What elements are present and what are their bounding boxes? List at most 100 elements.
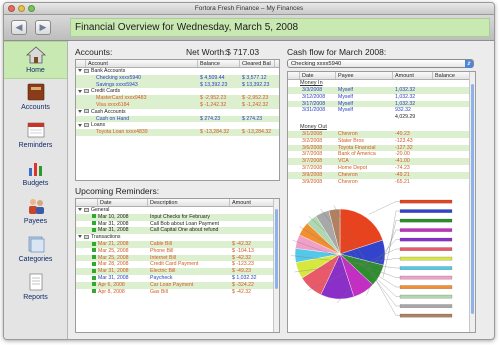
reminder-description: Input Checks for February [150,213,210,220]
column-header-amount[interactable]: Amount [393,72,433,79]
spending-pie-chart [291,199,453,318]
money-in-row[interactable]: 3/17/2008 Myself 1,032.32 [288,100,475,108]
account-group-row[interactable]: Loans [76,122,279,129]
sidebar-item-reminders[interactable]: Reminders [4,117,67,155]
main-content: Accounts: Net Worth: $ 717.03 Account Ba… [69,41,494,339]
cashflow-scrollbar[interactable] [469,72,475,332]
cashflow-panel[interactable]: Date Payee Amount Balance Money In 3/3/2… [287,71,476,333]
account-row[interactable]: Visa xxxx6184 $ -1,242.32 $ -1,242.32 [76,101,279,109]
reminder-date: Apr 8, 2008 [90,289,148,296]
reminder-row[interactable]: Mar 21, 2008 Cable Bill $ -42.32 [76,240,279,248]
sidebar-item-payees[interactable]: Payees [4,193,67,231]
disclosure-triangle-icon[interactable] [78,69,82,73]
pie-legend-tag [399,199,453,204]
reminder-row[interactable]: Mar 31, 2008 Electric Bill $ -49.23 [76,268,279,275]
transaction-amount: -74.23 [395,164,410,171]
account-group-row[interactable]: Cash Accounts [76,109,279,116]
money-out-row[interactable]: 3/7/2008 VCA -41.00 [288,158,475,165]
sidebar-item-accounts[interactable]: Accounts [4,79,67,117]
reminder-row[interactable]: Apr 8, 2008 Gas Bill $ -42.32 [76,289,279,296]
money-out-row[interactable]: 3/6/2008 Toyota Financial -127.32 [288,144,475,152]
indent-cell [288,172,300,179]
spacer-column [76,60,86,67]
sidebar-item-budgets[interactable]: Budgets [4,155,67,193]
sidebar-item-label: Reports [23,294,48,301]
transaction-date: 3/12/2008 [302,93,326,100]
column-header-amount[interactable]: Amount [230,199,275,206]
transaction-payee: VCA [338,158,349,165]
reminder-group-name: General [91,207,110,213]
account-row[interactable]: Cash on Hand $ 274.23 $ 274.23 [76,115,279,123]
money-out-row[interactable]: 3/7/2008 Bank of America -20.00 [288,151,475,158]
money-out-row[interactable]: 3/9/2008 Chevron -49.21 [288,171,475,179]
column-header-payee[interactable]: Payee [336,72,393,79]
column-header-description[interactable]: Description [148,199,230,206]
money-out-row[interactable]: 3/9/2008 Chevron -65.21 [288,179,475,186]
disclosure-triangle-icon[interactable] [78,89,82,93]
column-header-balance[interactable]: Balance [198,60,240,67]
transaction-payee: Myself [338,87,353,93]
reminders-table[interactable]: Date Description Amount General Mar 10, 2… [75,198,280,333]
money-in-row[interactable]: 3/12/2008 Myself 1,032.32 [288,94,475,101]
reminder-row[interactable]: Mar 31, 2008 Call Bob about Loan Payment [76,221,279,228]
reminder-date: Apr 6, 2008 [90,282,148,289]
reminders-scrollbar[interactable] [273,199,279,332]
column-header-cleared[interactable]: Cleared Bal [240,60,275,67]
account-group-row[interactable]: Bank Accounts [76,68,279,75]
money-in-row[interactable]: 3/3/2008 Myself 1,032.32 [288,87,475,94]
reminder-row[interactable]: Mar 31, 2008 Call Capital One about refun… [76,227,279,235]
sidebar-item-home[interactable]: Home [4,41,67,79]
pie-legend-tag [399,256,453,261]
folder-icon [84,234,89,239]
reminder-amount: $ -42.32 [232,240,252,247]
reminder-row[interactable]: Mar 10, 2008 Input Checks for February [76,213,279,221]
account-group-cell: Cash Accounts [76,109,266,116]
sidebar-item-reports[interactable]: Reports [4,269,67,307]
account-select[interactable]: Checking xxxx5940 ⇵ [287,59,474,68]
column-header-date[interactable]: Date [300,72,336,79]
transaction-amount: 1,032.32 [395,87,416,93]
disclosure-triangle-icon[interactable] [78,123,82,127]
reminder-amount: $ -42.32 [232,288,252,295]
close-button[interactable] [8,5,15,12]
back-button[interactable]: ◀ [11,20,27,35]
money-out-row[interactable]: 3/1/2008 Chevron -40.23 [288,130,475,138]
reminder-status-icon [92,221,96,226]
account-row[interactable]: Checking xxxx5940 $ 4,509.44 $ 3,577.12 [76,74,279,82]
money-in-row[interactable]: 3/31/2008 Myself 932.32 [288,107,475,114]
transaction-payee: Chevron [338,130,358,137]
reminder-row[interactable]: Mar 28, 2008 Credit Card Payment $ -123.23 [76,261,279,268]
money-out-row[interactable]: 3/2/2008 Stater Bros -123.43 [288,138,475,145]
column-header-balance[interactable]: Balance [433,72,471,79]
disclosure-triangle-icon[interactable] [78,235,82,239]
reminder-date-text: Mar 31, 2008 [98,268,129,275]
reminder-group-name: Transactions [91,234,121,241]
account-row[interactable]: Savings xxxx5943 $ 13,392.23 $ 13,392.23 [76,81,279,89]
indent-cell [76,268,90,275]
forward-button[interactable]: ▶ [35,20,51,35]
account-row[interactable]: MasterCard xxxx9483 $ -2,952.23 $ -2,952.2… [76,95,279,102]
folder-icon [84,68,89,73]
reminder-row[interactable]: Mar 25, 2008 Internet Bill $ -42.32 [76,254,279,262]
scroll-thumb[interactable] [471,84,474,314]
accounts-table[interactable]: Account Balance Cleared Bal Bank Account… [75,59,280,181]
sidebar-item-categories[interactable]: Categories [4,231,67,269]
disclosure-triangle-icon[interactable] [78,208,82,212]
indent-cell [76,95,94,102]
minimize-button[interactable] [18,5,25,12]
reminder-amount [230,221,275,228]
reminder-row[interactable]: Mar 25, 2008 Phone Bill $ -104.13 [76,248,279,255]
account-group-row[interactable]: Credit Cards [76,88,279,95]
money-out-row[interactable]: 3/7/2008 Home Depot -74.23 [288,165,475,172]
disclosure-triangle-icon[interactable] [78,109,82,113]
reminder-group-row[interactable]: Transactions [76,234,279,241]
column-header-account[interactable]: Account [86,60,198,67]
zoom-button[interactable] [28,5,35,12]
scroll-thumb[interactable] [275,209,278,289]
reminder-row[interactable]: Mar 31, 2008 Paycheck $ 1,032.32 [76,275,279,282]
column-header-date[interactable]: Date [98,199,148,206]
account-row[interactable]: Toyota Loan xxxx4839 $ -13,284.32 $ -13,28… [76,129,279,136]
indent-cell [288,87,300,94]
reminder-group-row[interactable]: General [76,207,279,214]
reminder-row[interactable]: Apr 6, 2008 Car Loan Payment $ -324.22 [76,281,279,289]
